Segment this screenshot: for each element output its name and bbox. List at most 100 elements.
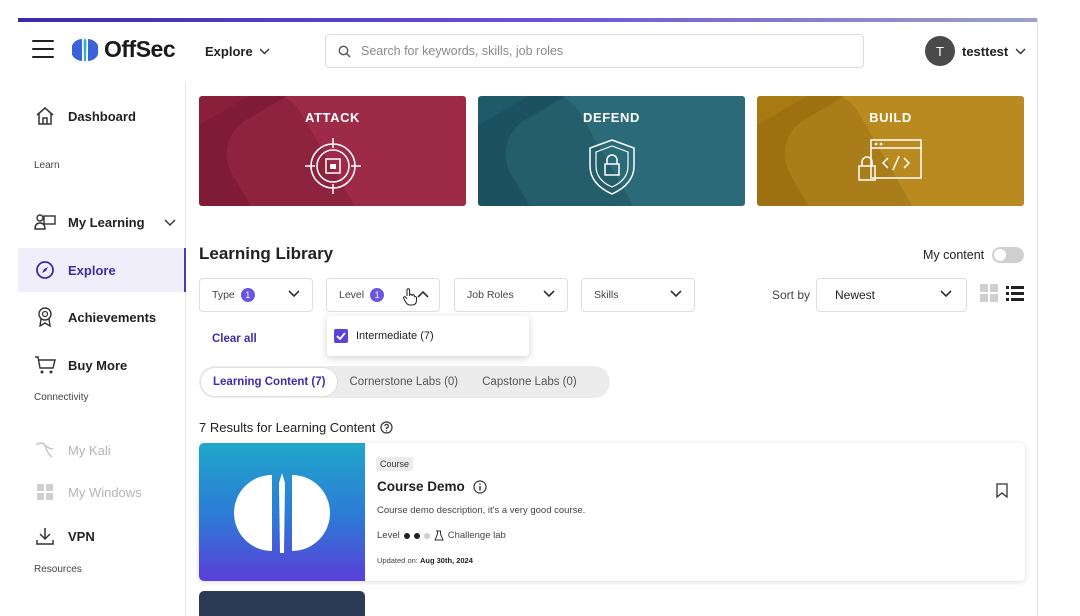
- course-level: Level Challenge lab: [377, 530, 506, 541]
- sidebar-item-label: Achievements: [68, 309, 157, 325]
- level-dot-filled: [403, 532, 410, 539]
- results-heading: 7 Results for Learning Content: [199, 420, 393, 435]
- sidebar-item-label: Dashboard: [68, 108, 136, 124]
- dropdown-option-label: Intermediate (7): [356, 330, 434, 342]
- explore-menu[interactable]: Explore: [205, 44, 270, 59]
- my-content-toggle[interactable]: [992, 247, 1025, 263]
- sidebar-item-my-windows[interactable]: My Windows: [18, 470, 186, 514]
- banner-defend[interactable]: DEFEND: [478, 96, 745, 206]
- banner-title: ATTACK: [304, 110, 361, 125]
- sort-select[interactable]: Newest: [816, 278, 967, 312]
- tab-learning-content[interactable]: Learning Content (7): [201, 368, 338, 396]
- offsec-logo-icon: [72, 37, 98, 61]
- avatar: T: [925, 36, 955, 66]
- course-description: Course demo description, it's a very goo…: [377, 505, 586, 516]
- shield-lock-icon: [588, 139, 635, 195]
- offsec-logo[interactable]: OffSec: [72, 36, 176, 63]
- chevron-down-icon: [288, 290, 300, 298]
- filter-job-roles[interactable]: Job Roles: [454, 278, 568, 312]
- bookmark-icon[interactable]: [996, 483, 1008, 498]
- sidebar-item-achievements[interactable]: Achievements: [18, 295, 186, 339]
- filter-level[interactable]: Level 1: [326, 278, 440, 312]
- sidebar-item-explore[interactable]: Explore: [18, 248, 186, 292]
- grid-view-icon[interactable]: [980, 284, 998, 302]
- chevron-down-icon: [1015, 48, 1026, 54]
- page-title: Learning Library: [199, 244, 334, 263]
- app-window: OffSec Explore T testtest Dashboard Lear…: [18, 18, 1038, 616]
- medal-icon: [34, 306, 56, 328]
- filter-label: Skills: [594, 289, 619, 301]
- search-icon: [338, 45, 351, 57]
- search-input[interactable]: [361, 44, 841, 58]
- filter-count-badge: 1: [370, 288, 385, 302]
- filter-count-badge: 1: [240, 288, 255, 302]
- chevron-down-icon: [164, 219, 176, 226]
- level-dropdown: Intermediate (7): [327, 316, 529, 356]
- filter-label: Level: [339, 289, 365, 301]
- sidebar-item-label: VPN: [68, 528, 95, 544]
- code-lock-icon: [857, 139, 922, 181]
- my-learning-icon: [34, 211, 56, 233]
- list-view-icon[interactable]: [1006, 284, 1024, 302]
- sidebar-item-label: My Windows: [68, 484, 142, 500]
- help-icon[interactable]: [380, 421, 393, 434]
- banner-title: DEFEND: [582, 110, 641, 125]
- next-course-card[interactable]: [199, 591, 365, 616]
- course-updated: Updated on: Aug 30th, 2024: [377, 556, 473, 565]
- home-icon: [34, 105, 56, 127]
- hand-cursor-icon: [403, 288, 417, 306]
- clear-all-button[interactable]: Clear all: [212, 333, 257, 345]
- filter-skills[interactable]: Skills: [581, 278, 695, 312]
- logo-text: OffSec: [104, 36, 176, 62]
- search-bar[interactable]: [325, 34, 864, 68]
- course-thumbnail: [199, 443, 365, 581]
- banner-build[interactable]: BUILD: [757, 96, 1024, 206]
- updated-date: Aug 30th, 2024: [419, 556, 473, 565]
- results-text: 7 Results for Learning Content: [199, 420, 376, 435]
- sidebar-item-my-kali[interactable]: My Kali: [18, 428, 186, 472]
- chevron-up-icon: [417, 290, 429, 298]
- sidebar: Dashboard Learn My Learning Explore Achi…: [18, 82, 186, 616]
- user-name: testtest: [962, 43, 1009, 59]
- filter-label: Job Roles: [467, 289, 514, 301]
- level-dot-empty: [423, 532, 430, 539]
- course-title[interactable]: Course Demo: [377, 479, 465, 494]
- target-icon: [304, 138, 361, 194]
- compass-icon: [34, 259, 56, 281]
- menu-icon[interactable]: [32, 40, 54, 58]
- content-tabs: Learning Content (7) Cornerstone Labs (0…: [199, 366, 610, 398]
- checkmark-icon: [336, 332, 346, 340]
- chevron-down-icon: [940, 290, 952, 298]
- sidebar-item-label: Explore: [68, 262, 116, 278]
- sort-by-label: Sort by: [772, 288, 811, 302]
- info-icon[interactable]: [473, 480, 487, 494]
- course-card[interactable]: Course Course Demo Course demo descripti…: [199, 443, 1025, 581]
- sidebar-item-my-learning[interactable]: My Learning: [18, 200, 186, 244]
- level-label: Level: [377, 530, 400, 541]
- my-content-label: My content: [923, 248, 985, 262]
- user-menu[interactable]: T testtest: [925, 36, 1026, 66]
- my-content-toggle-group: My content: [923, 247, 1025, 263]
- sort-value: Newest: [835, 288, 876, 302]
- section-resources: Resources: [34, 564, 82, 575]
- sidebar-item-vpn[interactable]: VPN: [18, 514, 186, 558]
- tab-cornerstone-labs[interactable]: Cornerstone Labs (0): [337, 368, 470, 396]
- offsec-logo-icon: [234, 473, 330, 553]
- updated-label: Updated on:: [377, 556, 418, 565]
- banner-attack[interactable]: ATTACK: [199, 96, 466, 206]
- section-learn: Learn: [34, 160, 60, 171]
- kali-dragon-icon: [34, 439, 56, 461]
- chevron-down-icon: [543, 290, 555, 298]
- filter-type[interactable]: Type 1: [199, 278, 313, 312]
- level-dot-filled: [413, 532, 420, 539]
- course-type-badge: Course: [376, 457, 414, 471]
- tab-capstone-labs[interactable]: Capstone Labs (0): [470, 368, 589, 396]
- sidebar-item-label: My Learning: [68, 214, 145, 230]
- sidebar-item-label: Buy More: [68, 357, 128, 373]
- sidebar-item-buy-more[interactable]: Buy More: [18, 343, 186, 387]
- sidebar-item-dashboard[interactable]: Dashboard: [18, 94, 186, 138]
- download-icon: [34, 525, 56, 547]
- intermediate-checkbox[interactable]: [334, 329, 348, 343]
- top-header: OffSec Explore T testtest: [18, 22, 1037, 82]
- filter-label: Type: [212, 289, 235, 301]
